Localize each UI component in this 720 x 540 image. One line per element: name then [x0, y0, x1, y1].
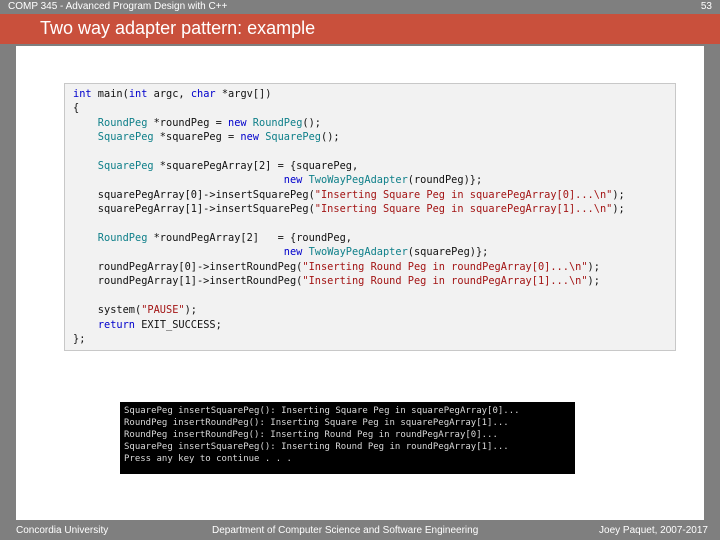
- code-line: new TwoWayPegAdapter(roundPeg)};: [73, 174, 482, 186]
- code-token: int: [128, 88, 148, 100]
- code-token: new: [240, 131, 259, 144]
- code-line: system("PAUSE");: [73, 304, 197, 316]
- code-listing: int main(int argc, char *argv[]) { Round…: [73, 87, 625, 346]
- code-line: squarePegArray[1]->insertSquarePeg("Inse…: [73, 203, 625, 215]
- top-bar: COMP 345 - Advanced Program Design with …: [0, 0, 720, 14]
- code-line: squarePegArray[0]->insertSquarePeg("Inse…: [73, 189, 625, 201]
- code-token: new: [283, 174, 303, 187]
- code-line: SquarePeg *squarePeg = new SquarePeg();: [73, 131, 340, 143]
- slide-title: Two way adapter pattern: example: [40, 18, 316, 38]
- footer-university: Concordia University: [16, 525, 109, 536]
- code-token: {: [73, 102, 80, 115]
- code-token: (roundPeg)};: [407, 174, 483, 187]
- console-line: Press any key to continue . . .: [124, 454, 292, 464]
- code-token: "Inserting Square Peg in squarePegArray[…: [314, 188, 613, 201]
- code-token: roundPegArray[0]->insertRoundPeg(: [73, 260, 303, 273]
- course-name: COMP 345 - Advanced Program Design with …: [8, 1, 228, 12]
- code-line: roundPegArray[0]->insertRoundPeg("Insert…: [73, 261, 600, 273]
- code-line: {: [73, 102, 79, 114]
- code-token: );: [184, 304, 198, 317]
- code-token: *squarePeg =: [153, 131, 241, 144]
- code-token: int: [73, 88, 92, 100]
- code-token: "Inserting Round Peg in roundPegArray[1]…: [302, 275, 588, 288]
- code-line: SquarePeg *squarePegArray[2] = {squarePe…: [73, 160, 358, 172]
- code-token: ();: [302, 116, 322, 129]
- code-token: RoundPeg: [246, 116, 303, 129]
- code-token: TwoWayPegAdapter: [302, 174, 408, 187]
- code-token: RoundPeg: [73, 116, 148, 129]
- code-token: roundPegArray[1]->insertRoundPeg(: [73, 275, 303, 288]
- code-token: main(: [91, 88, 129, 100]
- console-output: SquarePeg insertSquarePeg(): Inserting S…: [120, 402, 575, 474]
- code-token: ();: [321, 131, 340, 144]
- code-token: argc,: [147, 88, 191, 100]
- code-token: );: [587, 260, 600, 273]
- code-line: RoundPeg *roundPeg = new RoundPeg();: [73, 117, 321, 129]
- code-token: *roundPegArray[2] = {roundPeg,: [147, 232, 352, 245]
- code-token: (squarePeg)};: [407, 246, 489, 259]
- code-line: return EXIT_SUCCESS;: [73, 319, 222, 331]
- footer-author: Joey Paquet, 2007-2017: [599, 525, 708, 536]
- console-line: SquarePeg insertSquarePeg(): Inserting S…: [124, 406, 520, 416]
- code-token: );: [612, 188, 625, 201]
- code-line: new TwoWayPegAdapter(squarePeg)};: [73, 246, 489, 259]
- footer-department: Department of Computer Science and Softw…: [212, 525, 479, 536]
- code-token: );: [587, 275, 600, 288]
- code-token: SquarePeg: [73, 131, 154, 144]
- console-text: SquarePeg insertSquarePeg(): Inserting S…: [124, 405, 520, 465]
- footer: Concordia University Department of Compu…: [0, 522, 720, 540]
- code-token: RoundPeg: [73, 232, 148, 245]
- code-token: "PAUSE": [141, 304, 185, 317]
- code-token: );: [612, 203, 625, 216]
- page-number: 53: [700, 1, 712, 12]
- code-token: SquarePeg: [73, 160, 154, 173]
- code-token: system(: [73, 304, 142, 317]
- console-line: RoundPeg insertRoundPeg(): Inserting Squ…: [124, 418, 509, 428]
- code-token: "Inserting Round Peg in roundPegArray[0]…: [302, 260, 588, 273]
- code-token: new: [228, 116, 247, 129]
- code-token: char: [190, 88, 216, 100]
- code-line: };: [73, 333, 85, 345]
- code-token: squarePegArray[1]->insertSquarePeg(: [73, 203, 315, 216]
- code-token: return: [97, 318, 136, 331]
- code-token: new: [283, 246, 303, 259]
- code-line: RoundPeg *roundPegArray[2] = {roundPeg,: [73, 232, 352, 244]
- code-block: int main(int argc, char *argv[]) { Round…: [64, 83, 676, 351]
- code-token: TwoWayPegAdapter: [302, 246, 408, 259]
- code-token: *roundPeg =: [147, 116, 228, 129]
- code-line: int main(int argc, char *argv[]): [73, 88, 271, 100]
- title-bar: Two way adapter pattern: example: [0, 14, 720, 44]
- console-line: SquarePeg insertSquarePeg(): Inserting R…: [124, 442, 509, 452]
- code-token: squarePegArray[0]->insertSquarePeg(: [73, 188, 315, 201]
- code-line: roundPegArray[1]->insertRoundPeg("Insert…: [73, 275, 600, 287]
- code-token: };: [73, 332, 86, 345]
- code-token: *squarePegArray[2] = {squarePeg,: [153, 160, 359, 173]
- code-token: *argv[]): [215, 88, 272, 100]
- code-token: "Inserting Square Peg in squarePegArray[…: [314, 203, 613, 216]
- console-line: RoundPeg insertRoundPeg(): Inserting Rou…: [124, 430, 498, 440]
- code-token: SquarePeg: [259, 131, 321, 144]
- code-token: EXIT_SUCCESS;: [135, 318, 222, 331]
